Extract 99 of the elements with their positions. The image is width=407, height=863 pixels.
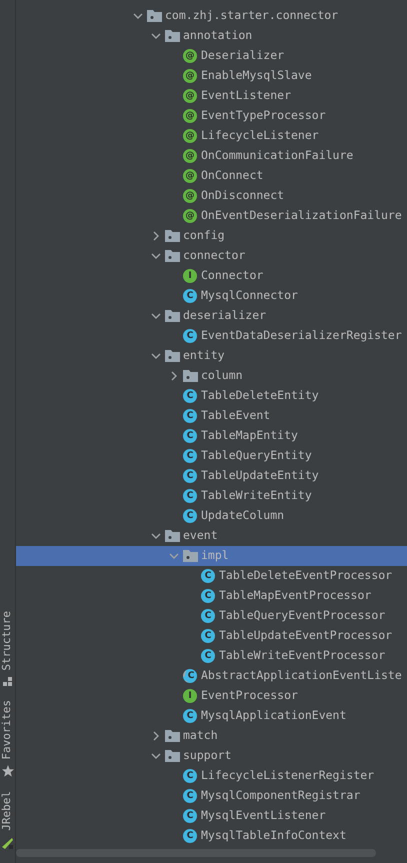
class-icon: C (183, 489, 197, 503)
tree-item[interactable]: C TableUpdateEventProcessor (16, 626, 407, 646)
class-icon: C (183, 409, 197, 423)
tree-item[interactable]: C TableDeleteEventProcessor (16, 566, 407, 586)
folder-icon (165, 30, 180, 42)
chevron-right-icon[interactable] (151, 231, 161, 241)
class-icon: C (183, 789, 197, 803)
tool-window-tab[interactable]: Favorites (0, 700, 16, 760)
tool-window-tab[interactable]: JRebel (0, 791, 16, 831)
chevron-down-icon[interactable] (151, 251, 161, 261)
chevron-down-icon[interactable] (133, 11, 143, 21)
tree-item[interactable]: C TableDeleteEntity (16, 386, 407, 406)
tree-item[interactable]: I Connector (16, 266, 407, 286)
chevron-down-icon[interactable] (151, 311, 161, 321)
class-icon: C (201, 649, 215, 663)
tree-item[interactable]: column (16, 366, 407, 386)
tree-item[interactable]: com.zhj.starter.connector (16, 6, 407, 26)
chevron-down-icon[interactable] (151, 751, 161, 761)
tree-item[interactable]: C TableWriteEntity (16, 486, 407, 506)
class-icon: C (183, 469, 197, 483)
folder-icon (165, 350, 180, 362)
tree-item[interactable]: connector (16, 246, 407, 266)
class-icon: C (183, 809, 197, 823)
class-icon: C (183, 329, 197, 343)
folder-icon (165, 230, 180, 242)
tree-item[interactable]: deserializer (16, 306, 407, 326)
tree-item[interactable]: C TableMapEventProcessor (16, 586, 407, 606)
tree-item[interactable]: support (16, 746, 407, 766)
tree-item[interactable]: @ EnableMysqlSlave (16, 66, 407, 86)
class-icon: C (201, 569, 215, 583)
annotation-icon: @ (183, 169, 197, 183)
class-icon: C (201, 609, 215, 623)
tree-item[interactable]: event (16, 526, 407, 546)
tree-item[interactable]: C TableWriteEventProcessor (16, 646, 407, 666)
folder-icon (165, 310, 180, 322)
tree-item[interactable]: C UpdateColumn (16, 506, 407, 526)
folder-icon (183, 550, 198, 562)
class-icon: C (183, 429, 197, 443)
folder-icon (183, 370, 198, 382)
annotation-icon: @ (183, 89, 197, 103)
tree-item[interactable]: C TableUpdateEntity (16, 466, 407, 486)
tree-item[interactable]: C TableQueryEntity (16, 446, 407, 466)
abstract-class-icon: C (183, 669, 197, 683)
tree-item[interactable]: C TableEvent (16, 406, 407, 426)
chevron-right-icon[interactable] (169, 371, 179, 381)
folder-icon (165, 730, 180, 742)
tree-item[interactable]: C AbstractApplicationEventListe (16, 666, 407, 686)
class-icon: C (201, 629, 215, 643)
tool-window-tab[interactable]: Structure (0, 611, 16, 671)
class-icon: C (183, 709, 197, 723)
annotation-icon: @ (183, 129, 197, 143)
tree-item[interactable]: @ EventTypeProcessor (16, 106, 407, 126)
chevron-down-icon[interactable] (151, 531, 161, 541)
class-icon: C (183, 509, 197, 523)
star-icon (2, 765, 14, 778)
interface-icon: I (183, 269, 197, 283)
structure-icon (2, 676, 12, 686)
tree-item[interactable]: C MysqlApplicationEvent (16, 706, 407, 726)
chevron-down-icon[interactable] (151, 351, 161, 361)
tree-item[interactable]: C MysqlEventListener (16, 806, 407, 826)
annotation-icon: @ (183, 49, 197, 63)
tree-item[interactable]: C TableQueryEventProcessor (16, 606, 407, 626)
class-icon: C (183, 389, 197, 403)
horizontal-scrollbar[interactable] (16, 849, 376, 857)
interface-icon: I (183, 689, 197, 703)
tree-item[interactable]: @ OnCommunicationFailure (16, 146, 407, 166)
tree-item[interactable]: config (16, 226, 407, 246)
tree-item[interactable]: C EventDataDeserializerRegister (16, 326, 407, 346)
tree-item[interactable]: @ Deserializer (16, 46, 407, 66)
class-icon: C (183, 769, 197, 783)
tree-item[interactable]: I EventProcessor (16, 686, 407, 706)
tree-item[interactable]: @ OnEventDeserializationFailure (16, 206, 407, 226)
folder-icon (165, 750, 180, 762)
tree-item[interactable]: @ OnDisconnect (16, 186, 407, 206)
class-icon: C (183, 449, 197, 463)
folder-icon (147, 10, 162, 22)
tree-item[interactable]: @ OnConnect (16, 166, 407, 186)
tree-item[interactable]: C MysqlConnector (16, 286, 407, 306)
folder-icon (165, 250, 180, 262)
chevron-right-icon[interactable] (151, 731, 161, 741)
tree-item[interactable]: annotation (16, 26, 407, 46)
annotation-icon: @ (183, 109, 197, 123)
tree-item[interactable]: @ EventListener (16, 86, 407, 106)
class-icon: C (183, 289, 197, 303)
chevron-down-icon[interactable] (151, 31, 161, 41)
tree-item[interactable]: @ LifecycleListener (16, 126, 407, 146)
tree-item[interactable]: match (16, 726, 407, 746)
tree-item[interactable]: entity (16, 346, 407, 366)
annotation-icon: @ (183, 69, 197, 83)
folder-icon (165, 530, 180, 542)
class-icon: C (183, 829, 197, 843)
tree-item[interactable]: C LifecycleListenerRegister (16, 766, 407, 786)
annotation-icon: @ (183, 209, 197, 223)
annotation-icon: @ (183, 189, 197, 203)
tree-item[interactable]: C TableMapEntity (16, 426, 407, 446)
annotation-icon: @ (183, 149, 197, 163)
class-icon: C (201, 589, 215, 603)
tree-item[interactable]: C MysqlTableInfoContext (16, 826, 407, 846)
tree-item[interactable]: C MysqlComponentRegistrar (16, 786, 407, 806)
